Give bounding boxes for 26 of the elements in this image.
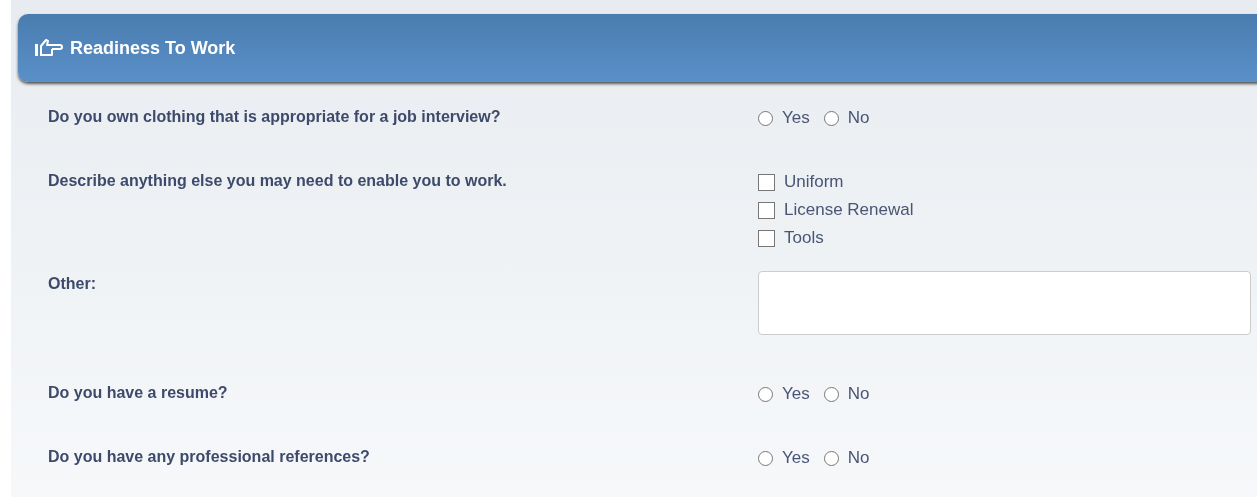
radio-button[interactable] — [823, 110, 839, 126]
section-title: Readiness To Work — [70, 37, 236, 59]
option-label: Yes — [782, 108, 810, 128]
radio-button[interactable] — [758, 386, 773, 402]
option-label: Tools — [784, 228, 824, 248]
question-label: Other: — [48, 274, 97, 294]
question-label: Do you have any professional references? — [48, 447, 371, 467]
checkbox[interactable] — [758, 229, 775, 247]
radio-button[interactable] — [823, 386, 839, 402]
checkbox[interactable] — [758, 201, 775, 219]
option-label: Yes — [782, 384, 810, 404]
option-label: No — [847, 448, 870, 468]
radio-button[interactable] — [758, 450, 773, 466]
radio-button[interactable] — [823, 450, 839, 466]
question-label: Describe anything else you may need to enable you to work. — [48, 171, 508, 191]
radio-button[interactable] — [758, 110, 773, 126]
option-label: Yes — [782, 448, 810, 468]
question-label: Do you have a resume? — [48, 383, 229, 403]
checkbox[interactable] — [758, 173, 775, 191]
pointing-hand-icon — [34, 38, 64, 58]
option-label: Uniform — [784, 172, 844, 192]
option-label: No — [847, 384, 870, 404]
option-label: No — [847, 108, 870, 128]
question-label: Do you own clothing that is appropriate for a job interview? — [48, 107, 502, 127]
text-area-field[interactable] — [758, 271, 1251, 335]
option-label: License Renewal — [784, 200, 914, 220]
